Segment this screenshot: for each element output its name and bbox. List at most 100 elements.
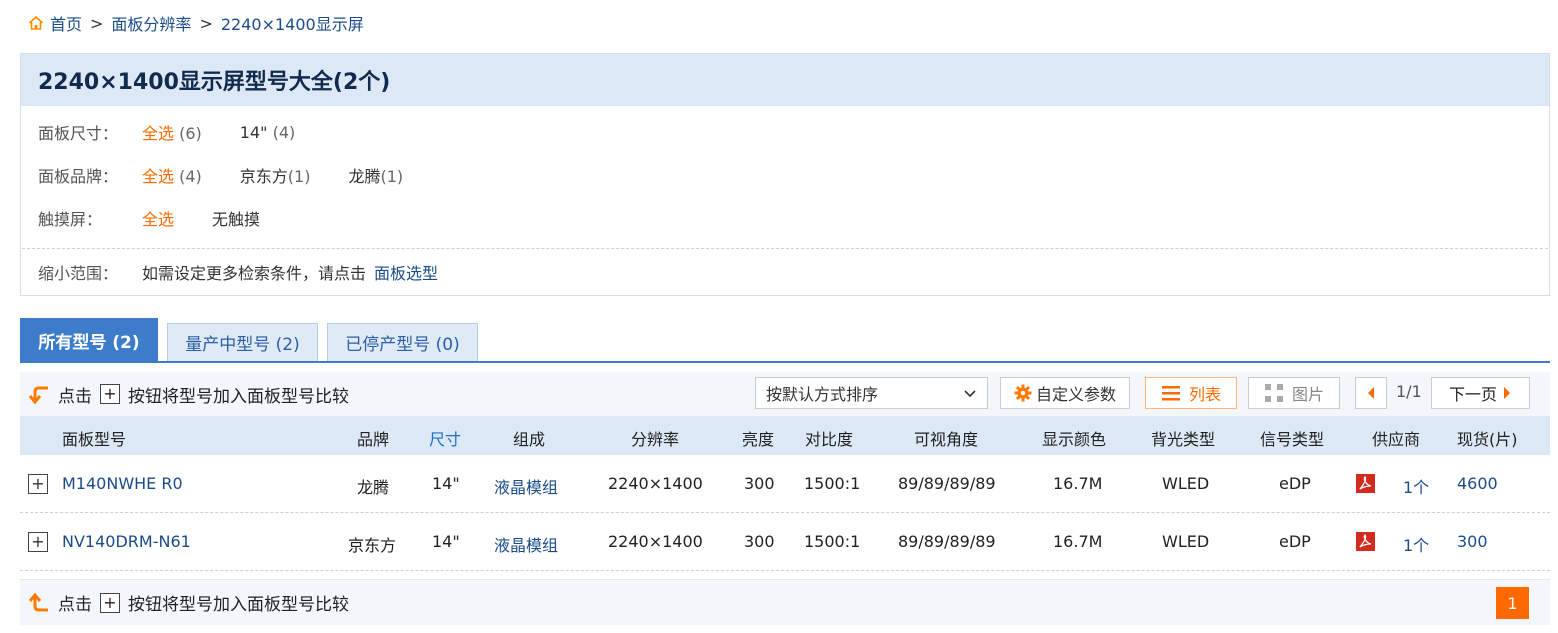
filter-option-boe[interactable]: 京东方(1) <box>240 163 311 187</box>
tab-discontinued[interactable]: 已停产型号 (0) <box>327 323 478 361</box>
plus-icon: + <box>100 384 120 404</box>
compare-hint-text: 按钮将型号加入面板型号比较 <box>128 595 349 615</box>
compare-click-text: 点击 <box>58 595 92 615</box>
gear-icon <box>1014 384 1032 402</box>
divider <box>22 248 1548 249</box>
stock-link[interactable]: 300 <box>1457 532 1488 551</box>
sort-select[interactable]: 按默认方式排序 <box>755 377 988 409</box>
table-header: 面板型号 品牌 尺寸 组成 分辨率 亮度 对比度 可视角度 显示颜色 背光类型 … <box>20 416 1550 455</box>
model-link[interactable]: M140NWHE R0 <box>62 474 183 493</box>
filter-row-brand: 面板品牌： 全选 (4) 京东方(1) 龙腾(1) <box>38 164 441 186</box>
filter-option-all[interactable]: 全选 (6) <box>142 120 202 144</box>
column-header-viewing-angle: 可视角度 <box>914 430 979 449</box>
filter-panel: 2240×1400显示屏型号大全(2个) 面板尺寸： 全选 (6) 14" (4… <box>20 53 1550 296</box>
caret-right-icon <box>1504 387 1510 399</box>
cell-colors: 16.7M <box>1053 532 1103 551</box>
breadcrumb-separator: > <box>90 13 104 33</box>
list-view-label: 列表 <box>1188 385 1221 404</box>
column-header-size[interactable]: 尺寸 <box>429 426 461 450</box>
home-icon[interactable] <box>28 15 44 31</box>
cell-colors: 16.7M <box>1053 474 1103 493</box>
next-page-label: 下一页 <box>1448 385 1497 404</box>
cell-resolution: 2240×1400 <box>608 474 703 493</box>
column-header-model: 面板型号 <box>62 430 127 449</box>
filter-header: 2240×1400显示屏型号大全(2个) <box>21 54 1549 106</box>
cell-viewing-angle: 89/89/89/89 <box>898 474 996 493</box>
cell-size: 14" <box>432 474 460 493</box>
picture-view-label: 图片 <box>1291 385 1324 404</box>
panel-selection-link[interactable]: 面板选型 <box>374 260 438 284</box>
page-title: 2240×1400显示屏型号大全(2个) <box>38 70 391 95</box>
prev-page-button[interactable] <box>1355 377 1387 409</box>
column-header-supplier: 供应商 <box>1372 430 1421 449</box>
filter-option-ivo[interactable]: 龙腾(1) <box>348 163 403 187</box>
list-toolbar: 点击 + 按钮将型号加入面板型号比较 按默认方式排序 自定义参数 列表 图片 1… <box>20 372 1550 416</box>
pdf-icon[interactable] <box>1356 532 1375 551</box>
sort-select-value: 按默认方式排序 <box>766 385 879 404</box>
cell-signal: eDP <box>1279 532 1311 551</box>
supplier-link[interactable]: 1个 <box>1403 474 1429 498</box>
filter-row-size: 面板尺寸： 全选 (6) 14" (4) <box>38 120 333 144</box>
column-header-contrast: 对比度 <box>805 430 854 449</box>
compare-hint-text: 按钮将型号加入面板型号比较 <box>128 386 349 407</box>
page-1-button[interactable]: 1 <box>1496 587 1529 619</box>
model-link[interactable]: NV140DRM-N61 <box>62 532 191 551</box>
narrow-hint-text: 如需设定更多检索条件，请点击 <box>142 264 367 283</box>
cell-backlight: WLED <box>1162 532 1210 551</box>
tab-in-production[interactable]: 量产中型号 (2) <box>167 323 318 361</box>
cell-contrast: 1500:1 <box>804 474 861 493</box>
cell-signal: eDP <box>1279 474 1311 493</box>
tab-all-models[interactable]: 所有型号 (2) <box>20 318 158 362</box>
supplier-link[interactable]: 1个 <box>1403 532 1429 556</box>
filter-label: 面板尺寸： <box>38 124 119 143</box>
column-header-brightness: 亮度 <box>742 430 775 449</box>
column-header-colors: 显示颜色 <box>1042 430 1107 449</box>
breadcrumb-current-link[interactable]: 2240×1400显示屏 <box>221 11 364 35</box>
cell-resolution: 2240×1400 <box>608 532 703 551</box>
custom-params-button[interactable]: 自定义参数 <box>1000 377 1130 409</box>
pdf-icon[interactable] <box>1356 474 1375 493</box>
filter-option-14inch[interactable]: 14" (4) <box>240 123 295 142</box>
chevron-down-icon <box>964 390 976 398</box>
caret-left-icon <box>1368 387 1374 399</box>
breadcrumb-home-link[interactable]: 首页 <box>50 11 82 35</box>
column-header-composition: 组成 <box>513 430 546 449</box>
filter-option-all[interactable]: 全选 (4) <box>142 163 202 187</box>
cell-backlight: WLED <box>1162 474 1210 493</box>
add-compare-button[interactable]: + <box>28 532 48 552</box>
breadcrumb: 首页 > 面板分辨率 > 2240×1400显示屏 <box>28 12 364 34</box>
column-header-backlight: 背光类型 <box>1151 430 1216 449</box>
filter-label: 缩小范围： <box>38 264 119 283</box>
grid-icon <box>1264 384 1283 402</box>
filter-row-touch: 触摸屏： 全选 无触摸 <box>38 207 298 229</box>
breadcrumb-resolution-link[interactable]: 面板分辨率 <box>111 11 191 35</box>
arrow-up-left-icon <box>28 592 48 611</box>
tab-underline <box>20 361 1550 363</box>
breadcrumb-separator: > <box>199 13 213 33</box>
compare-hint: 点击 + 按钮将型号加入面板型号比较 <box>20 590 349 615</box>
cell-size: 14" <box>432 532 460 551</box>
picture-view-button[interactable]: 图片 <box>1248 377 1340 409</box>
table-row: + NV140DRM-N61 京东方 14" 液晶模组 2240×1400 30… <box>20 513 1550 571</box>
stock-link[interactable]: 4600 <box>1457 474 1498 493</box>
custom-params-label: 自定义参数 <box>1035 385 1116 404</box>
column-header-stock: 现货(片) <box>1457 430 1518 449</box>
plus-icon: + <box>100 592 120 613</box>
table-row: + M140NWHE R0 龙腾 14" 液晶模组 2240×1400 300 … <box>20 455 1550 513</box>
cell-brand: 京东方 <box>348 536 397 555</box>
filter-label: 面板品牌： <box>38 167 119 186</box>
cell-contrast: 1500:1 <box>804 532 861 551</box>
cell-viewing-angle: 89/89/89/89 <box>898 532 996 551</box>
column-header-resolution: 分辨率 <box>631 430 680 449</box>
compare-hint: 点击 + 按钮将型号加入面板型号比较 <box>20 382 349 407</box>
page-indicator: 1/1 <box>1396 382 1422 401</box>
list-footer: 点击 + 按钮将型号加入面板型号比较 1 <box>20 579 1550 625</box>
filter-option-all[interactable]: 全选 <box>142 206 174 230</box>
next-page-button[interactable]: 下一页 <box>1431 377 1530 409</box>
filter-option-no-touch[interactable]: 无触摸 <box>212 206 260 230</box>
cell-composition-link[interactable]: 液晶模组 <box>494 532 558 556</box>
add-compare-button[interactable]: + <box>28 474 48 494</box>
cell-brand: 龙腾 <box>357 478 390 497</box>
list-view-button[interactable]: 列表 <box>1145 377 1237 409</box>
cell-composition-link[interactable]: 液晶模组 <box>494 474 558 498</box>
